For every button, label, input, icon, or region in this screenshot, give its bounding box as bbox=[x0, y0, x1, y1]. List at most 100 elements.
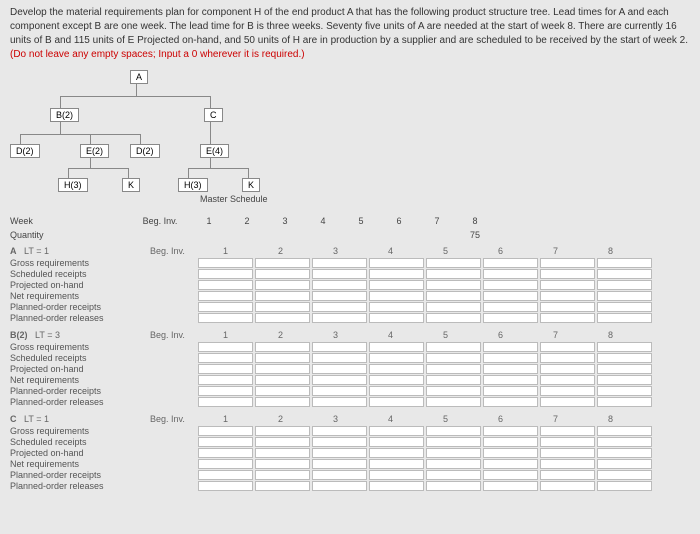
mrp-input-cell[interactable] bbox=[597, 280, 652, 290]
mrp-input-cell[interactable] bbox=[255, 437, 310, 447]
mrp-input-cell[interactable] bbox=[198, 470, 253, 480]
mrp-input-cell[interactable] bbox=[369, 353, 424, 363]
mrp-input-cell[interactable] bbox=[540, 269, 595, 279]
mrp-input-cell[interactable] bbox=[369, 302, 424, 312]
mrp-input-cell[interactable] bbox=[312, 470, 367, 480]
mrp-input-cell[interactable] bbox=[597, 386, 652, 396]
mrp-input-cell[interactable] bbox=[426, 375, 481, 385]
mrp-input-cell[interactable] bbox=[426, 291, 481, 301]
mrp-input-cell[interactable] bbox=[312, 364, 367, 374]
mrp-input-cell[interactable] bbox=[597, 291, 652, 301]
mrp-input-cell[interactable] bbox=[426, 481, 481, 491]
mrp-input-cell[interactable] bbox=[540, 397, 595, 407]
mrp-input-cell[interactable] bbox=[312, 291, 367, 301]
mrp-input-cell[interactable] bbox=[369, 386, 424, 396]
mrp-input-cell[interactable] bbox=[483, 437, 538, 447]
mrp-input-cell[interactable] bbox=[426, 342, 481, 352]
mrp-input-cell[interactable] bbox=[369, 269, 424, 279]
mrp-input-cell[interactable] bbox=[369, 448, 424, 458]
mrp-input-cell[interactable] bbox=[540, 353, 595, 363]
mrp-input-cell[interactable] bbox=[255, 342, 310, 352]
mrp-input-cell[interactable] bbox=[597, 269, 652, 279]
mrp-input-cell[interactable] bbox=[198, 302, 253, 312]
mrp-input-cell[interactable] bbox=[426, 397, 481, 407]
mrp-input-cell[interactable] bbox=[255, 459, 310, 469]
mrp-input-cell[interactable] bbox=[483, 397, 538, 407]
mrp-input-cell[interactable] bbox=[312, 342, 367, 352]
mrp-input-cell[interactable] bbox=[426, 386, 481, 396]
mrp-input-cell[interactable] bbox=[198, 437, 253, 447]
mrp-input-cell[interactable] bbox=[255, 269, 310, 279]
mrp-input-cell[interactable] bbox=[540, 258, 595, 268]
mrp-input-cell[interactable] bbox=[255, 302, 310, 312]
mrp-input-cell[interactable] bbox=[483, 291, 538, 301]
mrp-input-cell[interactable] bbox=[369, 375, 424, 385]
mrp-input-cell[interactable] bbox=[483, 269, 538, 279]
mrp-input-cell[interactable] bbox=[255, 375, 310, 385]
mrp-input-cell[interactable] bbox=[540, 342, 595, 352]
mrp-input-cell[interactable] bbox=[597, 437, 652, 447]
mrp-input-cell[interactable] bbox=[198, 280, 253, 290]
mrp-input-cell[interactable] bbox=[483, 375, 538, 385]
mrp-input-cell[interactable] bbox=[255, 481, 310, 491]
mrp-input-cell[interactable] bbox=[540, 302, 595, 312]
mrp-input-cell[interactable] bbox=[312, 397, 367, 407]
mrp-input-cell[interactable] bbox=[198, 313, 253, 323]
mrp-input-cell[interactable] bbox=[483, 313, 538, 323]
mrp-input-cell[interactable] bbox=[426, 426, 481, 436]
mrp-input-cell[interactable] bbox=[597, 481, 652, 491]
mrp-input-cell[interactable] bbox=[312, 375, 367, 385]
mrp-input-cell[interactable] bbox=[198, 426, 253, 436]
mrp-input-cell[interactable] bbox=[312, 353, 367, 363]
mrp-input-cell[interactable] bbox=[312, 386, 367, 396]
mrp-input-cell[interactable] bbox=[597, 448, 652, 458]
mrp-input-cell[interactable] bbox=[255, 448, 310, 458]
mrp-input-cell[interactable] bbox=[540, 459, 595, 469]
mrp-input-cell[interactable] bbox=[597, 302, 652, 312]
mrp-input-cell[interactable] bbox=[369, 470, 424, 480]
mrp-input-cell[interactable] bbox=[483, 470, 538, 480]
mrp-input-cell[interactable] bbox=[369, 280, 424, 290]
mrp-input-cell[interactable] bbox=[369, 437, 424, 447]
mrp-input-cell[interactable] bbox=[312, 481, 367, 491]
mrp-input-cell[interactable] bbox=[597, 375, 652, 385]
mrp-input-cell[interactable] bbox=[426, 280, 481, 290]
mrp-input-cell[interactable] bbox=[540, 375, 595, 385]
mrp-input-cell[interactable] bbox=[312, 269, 367, 279]
mrp-input-cell[interactable] bbox=[597, 470, 652, 480]
mrp-input-cell[interactable] bbox=[426, 470, 481, 480]
mrp-input-cell[interactable] bbox=[540, 280, 595, 290]
mrp-input-cell[interactable] bbox=[483, 353, 538, 363]
mrp-input-cell[interactable] bbox=[540, 481, 595, 491]
mrp-input-cell[interactable] bbox=[597, 342, 652, 352]
mrp-input-cell[interactable] bbox=[483, 386, 538, 396]
mrp-input-cell[interactable] bbox=[426, 269, 481, 279]
mrp-input-cell[interactable] bbox=[369, 364, 424, 374]
mrp-input-cell[interactable] bbox=[483, 342, 538, 352]
mrp-input-cell[interactable] bbox=[255, 291, 310, 301]
mrp-input-cell[interactable] bbox=[426, 313, 481, 323]
mrp-input-cell[interactable] bbox=[540, 291, 595, 301]
mrp-input-cell[interactable] bbox=[426, 448, 481, 458]
mrp-input-cell[interactable] bbox=[255, 313, 310, 323]
mrp-input-cell[interactable] bbox=[426, 302, 481, 312]
mrp-input-cell[interactable] bbox=[426, 459, 481, 469]
mrp-input-cell[interactable] bbox=[369, 426, 424, 436]
mrp-input-cell[interactable] bbox=[369, 258, 424, 268]
mrp-input-cell[interactable] bbox=[597, 353, 652, 363]
mrp-input-cell[interactable] bbox=[198, 364, 253, 374]
mrp-input-cell[interactable] bbox=[198, 481, 253, 491]
mrp-input-cell[interactable] bbox=[369, 481, 424, 491]
mrp-input-cell[interactable] bbox=[198, 375, 253, 385]
mrp-input-cell[interactable] bbox=[483, 302, 538, 312]
mrp-input-cell[interactable] bbox=[369, 313, 424, 323]
mrp-input-cell[interactable] bbox=[255, 426, 310, 436]
mrp-input-cell[interactable] bbox=[198, 342, 253, 352]
mrp-input-cell[interactable] bbox=[540, 364, 595, 374]
mrp-input-cell[interactable] bbox=[198, 448, 253, 458]
mrp-input-cell[interactable] bbox=[255, 258, 310, 268]
mrp-input-cell[interactable] bbox=[483, 481, 538, 491]
mrp-input-cell[interactable] bbox=[369, 342, 424, 352]
mrp-input-cell[interactable] bbox=[597, 459, 652, 469]
mrp-input-cell[interactable] bbox=[483, 426, 538, 436]
